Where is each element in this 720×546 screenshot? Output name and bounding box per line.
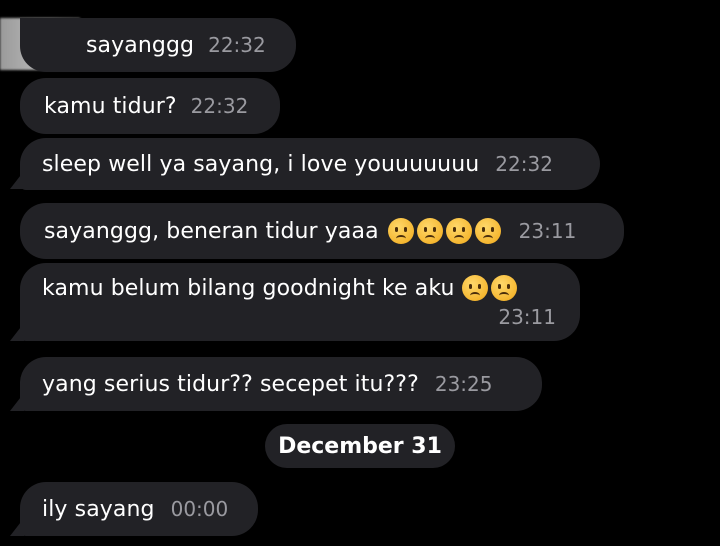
message-time: 23:11 bbox=[518, 219, 577, 243]
message-time: 23:11 bbox=[498, 305, 556, 329]
date-separator-label: December 31 bbox=[278, 433, 442, 459]
message-text: kamu belum bilang goodnight ke aku bbox=[42, 275, 455, 301]
message-time: 23:25 bbox=[434, 372, 493, 396]
message-text: sayanggg, beneran tidur yaaa bbox=[44, 218, 379, 244]
emoji-group bbox=[459, 275, 517, 301]
message-text: ily sayang bbox=[42, 496, 155, 522]
message-time: 22:32 bbox=[495, 152, 553, 176]
message-text: kamu tidur? bbox=[44, 93, 177, 119]
message-text: sleep well ya sayang, i love youuuuuuu bbox=[42, 151, 480, 177]
message-time: 22:32 bbox=[208, 33, 266, 57]
emoji-group bbox=[385, 218, 501, 244]
sad-face-icon bbox=[461, 275, 488, 301]
message-text: sayanggg bbox=[86, 32, 195, 58]
message-bubble[interactable]: sleep well ya sayang, i love youuuuuuu 2… bbox=[20, 138, 600, 190]
message-bubble[interactable]: ily sayang 00:00 bbox=[20, 482, 258, 536]
sad-face-icon bbox=[416, 218, 443, 244]
message-bubble[interactable]: kamu tidur? 22:32 bbox=[20, 78, 280, 134]
message-bubble[interactable]: kamu belum bilang goodnight ke aku 23:11 bbox=[20, 263, 580, 341]
message-bubble[interactable]: sayanggg 22:32 bbox=[20, 18, 296, 72]
date-separator: December 31 bbox=[265, 424, 455, 468]
sad-face-icon bbox=[474, 218, 501, 244]
message-bubble[interactable]: sayanggg, beneran tidur yaaa 23:11 bbox=[20, 203, 624, 259]
sad-face-icon bbox=[387, 218, 414, 244]
sad-face-icon bbox=[445, 218, 472, 244]
message-time: 22:32 bbox=[190, 94, 249, 118]
message-text: yang serius tidur?? secepet itu??? bbox=[42, 371, 419, 397]
message-bubble[interactable]: yang serius tidur?? secepet itu??? 23:25 bbox=[20, 357, 542, 411]
sad-face-icon bbox=[490, 275, 517, 301]
message-time: 00:00 bbox=[170, 497, 229, 521]
